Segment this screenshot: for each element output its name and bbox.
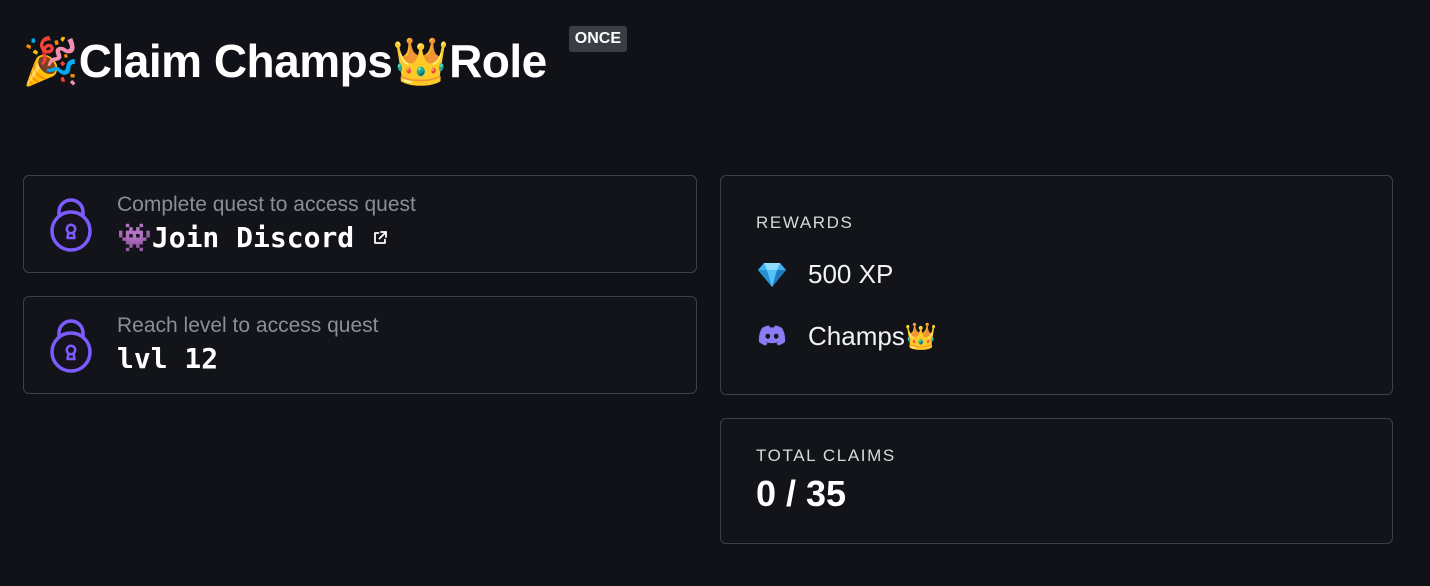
once-badge: ONCE [568, 26, 627, 52]
reward-text: 500 XP [808, 258, 894, 289]
external-link-icon[interactable] [372, 230, 388, 246]
total-claims-label: TOTAL CLAIMS [756, 446, 896, 465]
quest-requirement-subtitle: Complete quest to access quest [117, 193, 416, 216]
quest-requirement-name[interactable]: 👾Join Discord [117, 219, 354, 257]
rewards-label: REWARDS [756, 213, 854, 232]
total-claims-card: TOTAL CLAIMS 0 / 35 [720, 418, 1393, 544]
lock-icon [50, 319, 92, 373]
rewards-card: REWARDS 500 XP Champs👑 [720, 175, 1393, 395]
quest-requirement-subtitle: Reach level to access quest [117, 314, 379, 337]
quest-requirement-name: lvl 12 [117, 342, 219, 375]
quest-requirement-join-discord[interactable]: Complete quest to access quest 👾Join Dis… [23, 175, 697, 273]
page-title: 🎉Claim Champs👑Role [22, 35, 547, 87]
reward-item-role: Champs👑 [756, 316, 1392, 356]
quest-requirement-level[interactable]: Reach level to access quest lvl 12 [23, 296, 697, 394]
lock-icon [50, 198, 92, 252]
diamond-icon [758, 263, 786, 287]
total-claims-value: 0 / 35 [756, 473, 847, 514]
reward-item-xp: 500 XP [756, 254, 1392, 294]
header: 🎉Claim Champs👑Role ONCE [22, 26, 627, 92]
discord-icon [758, 325, 786, 346]
quest-page: 🎉Claim Champs👑Role ONCE Complete quest t… [0, 0, 1430, 586]
reward-text: Champs👑 [808, 320, 938, 351]
